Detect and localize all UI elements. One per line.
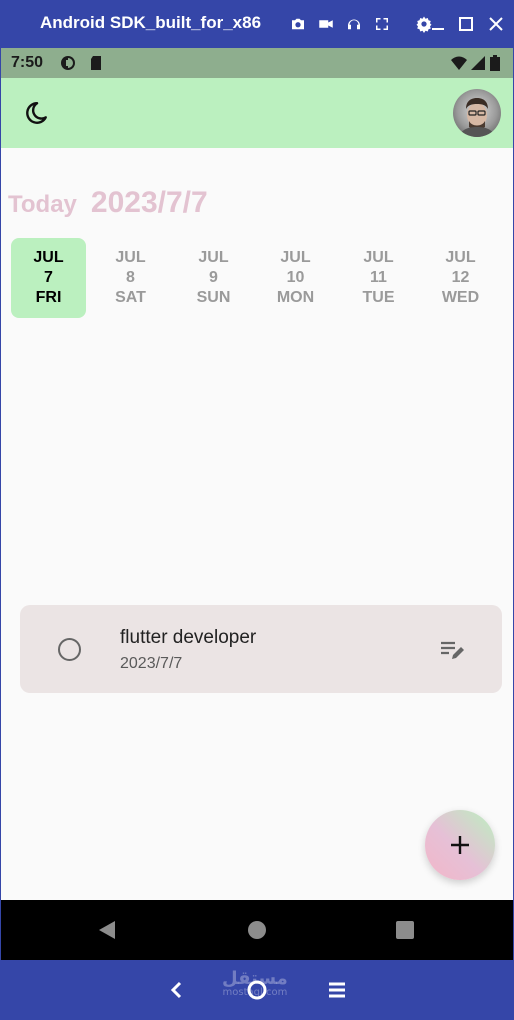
date-weekday: SAT [115,289,146,306]
date-month: JUL [363,249,394,266]
fullscreen-icon[interactable] [370,12,394,36]
headphones-icon[interactable] [342,12,366,36]
date-cell-jul-11[interactable]: JUL 11 TUE [341,238,416,318]
emulator-title: Android SDK_built_for_x86 [40,13,262,32]
sd-card-icon [88,55,104,71]
date-month: JUL [115,249,146,266]
moon-icon[interactable] [21,98,51,128]
date-month: JUL [280,249,311,266]
task-complete-checkbox[interactable] [58,638,81,661]
date-cell-jul-9[interactable]: JUL 9 SUN [176,238,251,318]
date-weekday: FRI [35,289,62,306]
date-weekday: WED [441,289,480,306]
date-month: JUL [33,249,64,266]
emulator-titlebar: Android SDK_built_for_x86 [0,0,514,48]
add-task-button[interactable] [425,810,495,880]
home-circle-icon[interactable] [244,977,270,1003]
date-weekday: MON [276,289,315,306]
date-month: JUL [198,249,229,266]
today-date: 2023/7/7 [90,186,208,219]
date-header: Today 2023/7/7 [8,186,208,220]
back-triangle-icon[interactable] [96,918,120,942]
phone-screen: 7:50 Today 2023/7/7 JUL 7 FRI JUL 8 SAT … [0,48,514,960]
data-saver-icon [60,55,76,71]
minimize-icon[interactable] [426,12,450,36]
date-day: 11 [370,269,387,286]
date-cell-jul-10[interactable]: JUL 10 MON [258,238,333,318]
date-day: 10 [286,269,305,286]
date-cell-jul-8[interactable]: JUL 8 SAT [93,238,168,318]
android-nav-bar [1,900,513,960]
date-cell-jul-7[interactable]: JUL 7 FRI [11,238,86,318]
recents-square-icon[interactable] [393,918,417,942]
home-dot-icon[interactable] [245,918,269,942]
date-day: 12 [451,269,470,286]
emulator-bottom-toolbar: مستقل mostaql.com [0,960,514,1020]
status-bar: 7:50 [1,48,513,78]
date-picker-strip: JUL 7 FRI JUL 8 SAT JUL 9 SUN JUL 10 MON… [11,238,491,318]
video-icon[interactable] [314,12,338,36]
close-icon[interactable] [484,12,508,36]
date-day: 7 [44,269,53,286]
menu-icon[interactable] [324,977,350,1003]
task-date: 2023/7/7 [120,655,183,672]
date-day: 9 [209,269,218,286]
emulator-toolbar [286,12,440,36]
profile-avatar[interactable] [453,89,501,137]
date-day: 8 [126,269,135,286]
edit-note-icon[interactable] [438,637,466,663]
signal-icon [470,55,486,71]
back-chevron-icon[interactable] [164,977,190,1003]
date-weekday: SUN [196,289,231,306]
date-cell-jul-12[interactable]: JUL 12 WED [423,238,498,318]
battery-icon [490,55,500,71]
date-weekday: TUE [362,289,395,306]
date-month: JUL [445,249,476,266]
today-label: Today [8,191,77,218]
task-card[interactable]: flutter developer 2023/7/7 [20,605,502,693]
status-time: 7:50 [11,54,44,71]
task-title: flutter developer [120,627,257,648]
plus-icon [451,836,469,854]
maximize-icon[interactable] [454,12,478,36]
camera-icon[interactable] [286,12,310,36]
app-bar [1,78,513,148]
wifi-icon [451,55,467,71]
